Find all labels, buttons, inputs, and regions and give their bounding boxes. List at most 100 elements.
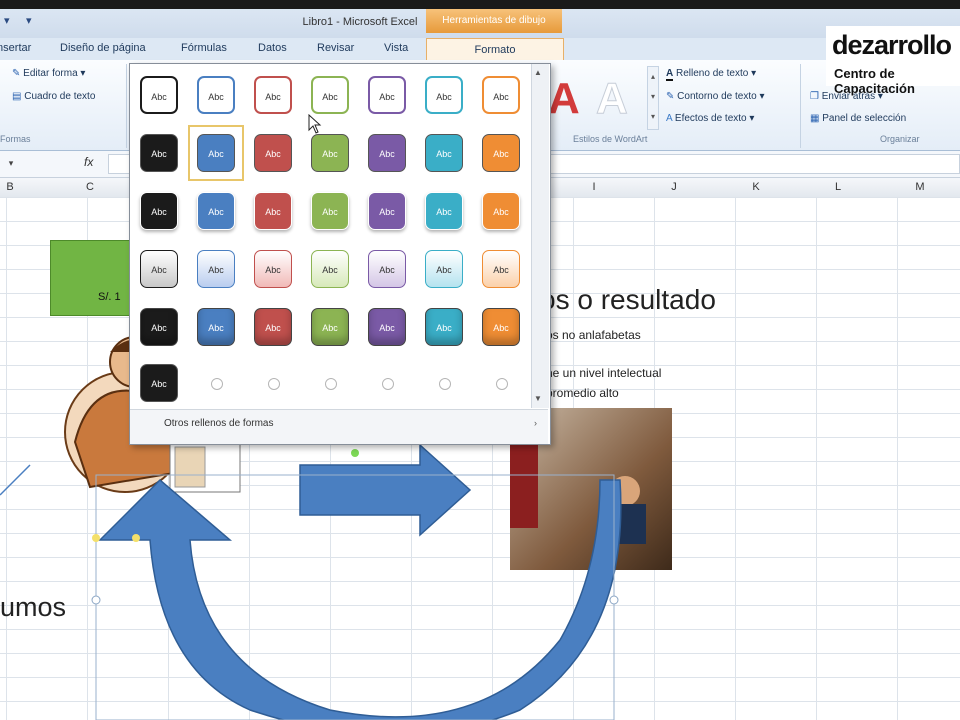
shape-style-swatch[interactable]: Abc (140, 134, 178, 172)
shape-style-swatch[interactable]: Abc (311, 250, 349, 288)
shape-style-swatch[interactable]: Abc (254, 250, 292, 288)
shape-style-swatch[interactable]: Abc (368, 250, 406, 288)
efectos-texto-button[interactable]: A Efectos de texto ▾ (666, 113, 754, 124)
cuadro-texto-label: Cuadro de texto (24, 91, 96, 102)
adjust-handle[interactable] (92, 534, 100, 542)
shape-style-swatch[interactable]: Abc (197, 76, 235, 114)
resize-handle-right[interactable] (609, 595, 619, 605)
empty-style-slot[interactable] (496, 378, 508, 390)
tab-diseno-pagina[interactable]: Diseño de página (60, 42, 146, 54)
selection-pane-icon: ▦ (810, 113, 820, 124)
green-shape[interactable] (50, 240, 132, 316)
wordart-red-style[interactable]: A (548, 74, 580, 124)
empty-style-slot[interactable] (382, 378, 394, 390)
shape-style-swatch[interactable]: Abc (425, 192, 463, 230)
arrows-layer (0, 443, 622, 720)
gallery-scrollbar[interactable]: ▲ ▼ (531, 64, 549, 408)
column-header-c[interactable]: C (80, 181, 100, 193)
contorno-texto-label: Contorno de texto (677, 91, 757, 102)
resize-handle-left[interactable] (91, 595, 101, 605)
group-formas-label: Formas (0, 134, 31, 144)
panel-seleccion-button[interactable]: ▦ Panel de selección (810, 113, 906, 124)
empty-style-slot[interactable] (325, 378, 337, 390)
shape-style-swatch[interactable]: Abc (482, 250, 520, 288)
shape-style-swatch[interactable]: Abc (482, 308, 520, 346)
shape-style-swatch[interactable]: Abc (140, 192, 178, 230)
shape-style-swatch[interactable]: Abc (140, 364, 178, 402)
group-wordart-label: Estilos de WordArt (573, 134, 648, 144)
shape-style-swatch[interactable]: Abc (311, 76, 349, 114)
column-header-b[interactable]: B (0, 181, 20, 193)
wordart-gallery-scroll[interactable]: ▴ ▾ ▾ (647, 66, 659, 130)
shape-style-swatch[interactable]: Abc (368, 192, 406, 230)
results-line-3: promedio alto (546, 386, 619, 400)
adjust-handle[interactable] (132, 534, 140, 542)
shape-style-swatch[interactable]: Abc (254, 76, 292, 114)
otros-rellenos-link[interactable]: Otros rellenos de formas (164, 418, 274, 429)
mouse-cursor-icon (308, 114, 322, 134)
ribbon-separator (126, 64, 127, 148)
scroll-up-icon[interactable]: ▲ (534, 68, 542, 77)
shape-style-swatch[interactable]: Abc (368, 308, 406, 346)
column-header-k[interactable]: K (746, 181, 766, 193)
shape-style-swatch[interactable]: Abc (254, 192, 292, 230)
empty-style-slot[interactable] (211, 378, 223, 390)
editar-forma-label: Editar forma (23, 68, 78, 79)
send-back-icon: ❐ (810, 91, 819, 102)
column-header-i[interactable]: I (584, 181, 604, 193)
efectos-texto-label: Efectos de texto (674, 113, 747, 124)
text-outline-icon: ✎ (666, 91, 675, 102)
results-heading: os o resultado (540, 284, 716, 315)
name-box-dropdown-icon[interactable]: ▾ (0, 155, 22, 171)
shape-style-swatch[interactable]: Abc (425, 134, 463, 172)
relleno-texto-button[interactable]: A Relleno de texto ▾ (666, 68, 756, 81)
tab-insertar[interactable]: Insertar (0, 42, 31, 54)
column-header-m[interactable]: M (910, 181, 930, 193)
ribbon-separator (800, 64, 801, 148)
shape-style-swatch[interactable]: Abc (368, 134, 406, 172)
shape-style-swatch[interactable]: Abc (425, 250, 463, 288)
screen-top-edge (0, 0, 960, 9)
shape-style-swatch[interactable]: Abc (197, 250, 235, 288)
shape-style-swatch[interactable]: Abc (140, 308, 178, 346)
contorno-texto-button[interactable]: ✎ Contorno de texto ▾ (666, 91, 764, 102)
shape-style-swatch[interactable]: Abc (197, 308, 235, 346)
shape-style-swatch[interactable]: Abc (254, 308, 292, 346)
column-header-j[interactable]: J (664, 181, 684, 193)
shape-style-swatch[interactable]: Abc (197, 134, 235, 172)
tab-formulas[interactable]: Fórmulas (181, 42, 227, 54)
fx-icon[interactable]: fx (84, 155, 93, 169)
shape-style-swatch[interactable]: Abc (311, 134, 349, 172)
scroll-down-icon[interactable]: ▼ (534, 394, 542, 403)
shape-style-swatch[interactable]: Abc (311, 308, 349, 346)
tab-datos[interactable]: Datos (258, 42, 287, 54)
rotate-handle[interactable] (351, 449, 359, 457)
column-header-l[interactable]: L (828, 181, 848, 193)
tab-formato[interactable]: Formato (426, 38, 564, 62)
results-line-2: ne un nivel intelectual (546, 366, 662, 380)
submenu-arrow-icon: › (534, 418, 537, 428)
shape-style-swatch[interactable]: Abc (425, 76, 463, 114)
shape-style-swatch[interactable]: Abc (368, 76, 406, 114)
empty-style-slot[interactable] (439, 378, 451, 390)
logo-sub-text: Centro de Capacitación (834, 66, 915, 96)
right-arrow-shape[interactable] (299, 443, 472, 537)
shape-style-swatch[interactable]: Abc (482, 134, 520, 172)
editar-forma-button[interactable]: ✎ Editar forma ▾ (12, 68, 85, 79)
shape-style-swatch[interactable]: Abc (482, 76, 520, 114)
tab-vista[interactable]: Vista (384, 42, 408, 54)
connector-line[interactable] (0, 464, 31, 496)
tab-revisar[interactable]: Revisar (317, 42, 354, 54)
shape-style-swatch[interactable]: Abc (140, 76, 178, 114)
shape-style-swatch[interactable]: Abc (425, 308, 463, 346)
cuadro-texto-button[interactable]: ▤ Cuadro de texto (12, 91, 95, 102)
shape-style-swatch[interactable]: Abc (482, 192, 520, 230)
shape-style-swatch[interactable]: Abc (254, 134, 292, 172)
wordart-white-style[interactable]: A (596, 74, 629, 124)
circular-arrow-shape[interactable] (98, 478, 622, 720)
results-line-1: os no anlafabetas (546, 328, 641, 342)
shape-style-swatch[interactable]: Abc (197, 192, 235, 230)
empty-style-slot[interactable] (268, 378, 280, 390)
shape-style-swatch[interactable]: Abc (140, 250, 178, 288)
shape-style-swatch[interactable]: Abc (311, 192, 349, 230)
